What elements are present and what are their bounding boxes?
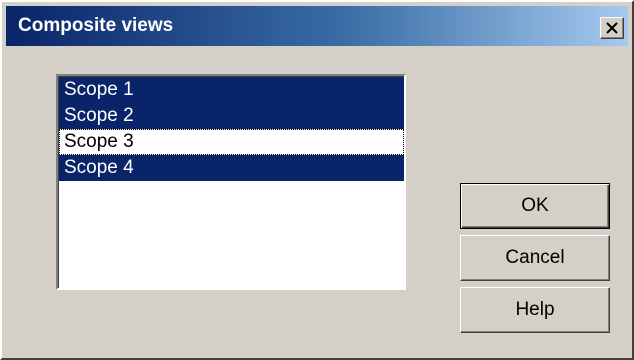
title-bar[interactable]: Composite views	[6, 6, 628, 46]
composite-views-dialog: Composite views Scope 1 Scope 2 Scope 3 …	[0, 0, 634, 360]
list-item-scope-2[interactable]: Scope 2	[59, 103, 404, 129]
list-item-scope-1[interactable]: Scope 1	[59, 77, 404, 103]
close-button[interactable]	[600, 17, 624, 39]
list-item-scope-3[interactable]: Scope 3	[59, 129, 404, 155]
dialog-title: Composite views	[18, 15, 174, 36]
list-item-scope-4[interactable]: Scope 4	[59, 155, 404, 181]
scope-listbox[interactable]: Scope 1 Scope 2 Scope 3 Scope 4	[56, 74, 406, 290]
cancel-button[interactable]: Cancel	[460, 235, 610, 281]
help-button[interactable]: Help	[460, 287, 610, 333]
close-icon	[606, 22, 618, 34]
ok-button[interactable]: OK	[460, 183, 610, 229]
scope-list: Scope 1 Scope 2 Scope 3 Scope 4	[58, 76, 404, 288]
